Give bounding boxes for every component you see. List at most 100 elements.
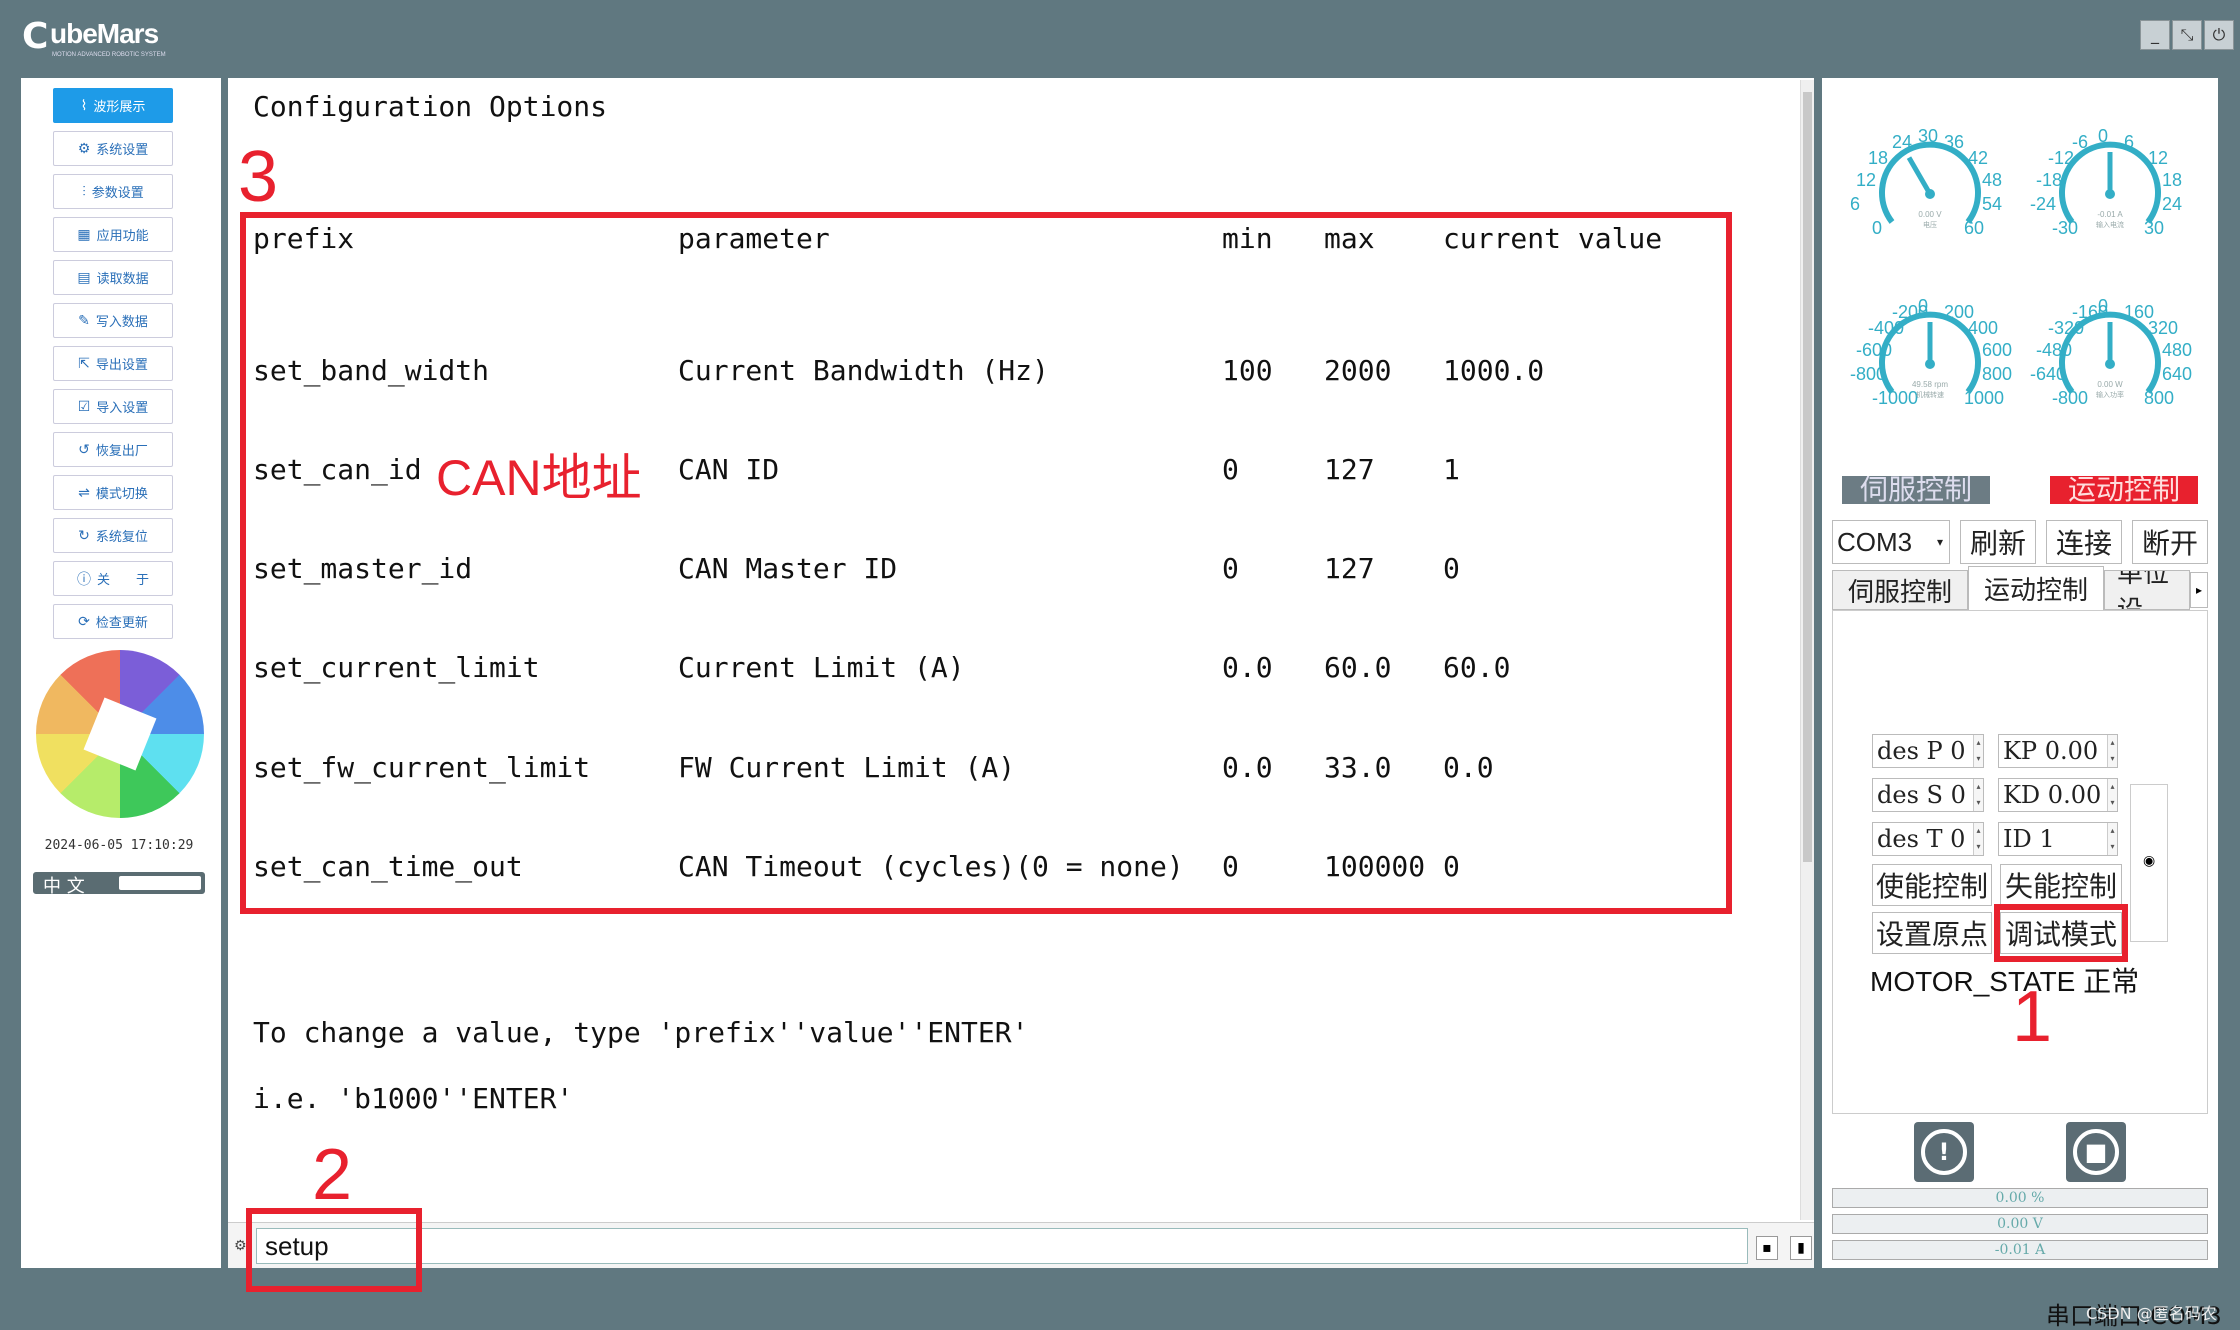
annotation-box-2 (246, 1208, 422, 1292)
spin-arrows-icon[interactable]: ▴ ▾ (1973, 735, 1983, 767)
gauge-tick-label: 0 (2098, 126, 2109, 146)
sidebar-item-6[interactable]: ⇱ 导出设置 (53, 346, 173, 381)
chevron-down-icon: ▾ (1936, 535, 1943, 549)
kp-field[interactable]: KP 0.00 ▴ ▾ (1998, 734, 2118, 768)
scrollbar-thumb[interactable] (1803, 92, 1812, 862)
sidebar-item-5[interactable]: ✎ 写入数据 (53, 303, 173, 338)
sidebar-item-1[interactable]: ⚙ 系统设置 (53, 131, 173, 166)
minimize-button[interactable]: _ (2140, 20, 2170, 50)
sidebar-item-11[interactable]: ⓘ 关 于 (53, 561, 173, 596)
gauge-tick-label: 12 (1856, 170, 1877, 190)
stop-icon: ■ (2073, 1129, 2119, 1175)
des-s-value: des S 0 (1877, 781, 1966, 809)
tab-scroll-right-icon[interactable]: ▸ (2190, 572, 2208, 608)
gauge-value: 0.00 V (1918, 210, 1942, 219)
write-icon: ✎ (78, 312, 90, 329)
annotation-number-2: 2 (312, 1135, 353, 1215)
sidebar-item-2[interactable]: ⫶ 参数设置 (53, 174, 173, 209)
power-button[interactable]: ⏻ (2204, 20, 2234, 50)
sidebar-item-3[interactable]: ▦ 应用功能 (53, 217, 173, 252)
sidebar-item-7[interactable]: ☑ 导入设置 (53, 389, 173, 424)
kd-field[interactable]: KD 0.00 ▴ ▾ (1998, 778, 2118, 812)
gauge-tick-label: 30 (1918, 126, 1939, 146)
spin-arrows-icon[interactable]: ▴ ▾ (2107, 823, 2117, 855)
disconnect-button[interactable]: 断开 (2132, 520, 2208, 564)
trash-icon[interactable]: ▮ (1790, 1236, 1812, 1260)
enable-control-button[interactable]: 使能控制 (1872, 864, 1992, 906)
refresh-button[interactable]: 刷新 (1960, 520, 2036, 564)
progress-bar-current: -0.01 A (1832, 1240, 2208, 1260)
stop-button[interactable]: ■ (2066, 1122, 2126, 1182)
sidebar-item-8[interactable]: ↺ 恢复出厂 (53, 432, 173, 467)
annotation-box-1 (1994, 904, 2128, 962)
sidebar-item-10[interactable]: ↻ 系统复位 (53, 518, 173, 553)
connect-button[interactable]: 连接 (2046, 520, 2122, 564)
sidebar-item-0[interactable]: ⌇ 波形展示 (53, 88, 173, 123)
csdn-watermark: CSDN @匿名码农 (2086, 1304, 2217, 1323)
settings-icon[interactable]: ⚙ (234, 1238, 247, 1254)
annotation-box-3 (240, 212, 1732, 914)
gauge-hub (1925, 359, 1935, 369)
gauge-tick-label: 320 (2148, 318, 2179, 338)
gauge-tick-label: 30 (2144, 218, 2165, 238)
gauge-tick-label: -6 (2072, 132, 2089, 152)
gauge-label: 输入电流 (2096, 222, 2124, 229)
sidebar-item-label: 检查更新 (95, 616, 148, 631)
annotation-can-address: CAN地址 (436, 450, 642, 506)
gauge-tick-label: 640 (2162, 364, 2193, 384)
gauge-tick-label: -30 (2052, 218, 2079, 238)
sidebar-nav: ⌇ 波形展示 ⚙ 系统设置 ⫶ 参数设置 ▦ 应用功能 ▤ 读取数据 ✎ 写入数据 ⇱ 导出设置 ☑ 导入设置… (21, 78, 221, 678)
gauge-tick-label: -320 (2048, 318, 2085, 338)
com-port-value: COM3 (1837, 526, 1913, 557)
alert-button[interactable]: ! (1914, 1122, 1974, 1182)
des-t-field[interactable]: des T 0 ▴ ▾ (1872, 822, 1984, 856)
side-slider[interactable]: ◉ (2130, 784, 2168, 942)
sidebar-item-4[interactable]: ▤ 读取数据 (53, 260, 173, 295)
gauge-tick-label: -12 (2048, 148, 2075, 168)
set-origin-button[interactable]: 设置原点 (1872, 912, 1992, 954)
sidebar-item-9[interactable]: ⇌ 模式切换 (53, 475, 173, 510)
grid-icon: ▦ (77, 226, 91, 243)
spin-arrows-icon[interactable]: ▴ ▾ (1973, 779, 1983, 811)
des-p-field[interactable]: des P 0 ▴ ▾ (1872, 734, 1984, 768)
sidebar-item-label: 读取数据 (96, 272, 149, 287)
terminal-scrollbar[interactable] (1800, 80, 1814, 1220)
gauge-tick-label: 600 (1982, 340, 2013, 360)
des-s-field[interactable]: des S 0 ▴ ▾ (1872, 778, 1984, 812)
gauge-tick-label: -600 (1856, 340, 1893, 360)
tab-unit-settings[interactable]: 单位设 (2104, 570, 2190, 610)
gauge-tick-label: 1000 (1964, 388, 2005, 408)
id-field[interactable]: ID 1 ▴ ▾ (1998, 822, 2118, 856)
command-input[interactable]: setup (256, 1228, 1748, 1264)
maximize-button[interactable]: ⤡ (2172, 20, 2202, 50)
gauge-tick-label: 0 (1918, 296, 1929, 316)
disable-control-button[interactable]: 失能控制 (2000, 864, 2122, 906)
language-toggle[interactable]: 中 文 (33, 872, 205, 897)
tab-motion-control[interactable]: 运动控制 (1968, 566, 2104, 610)
tab-servo-control[interactable]: 伺服控制 (1832, 570, 1968, 610)
spin-arrows-icon[interactable]: ▴ ▾ (1973, 823, 1983, 855)
id-value: ID 1 (2003, 825, 2055, 853)
help-line-1: To change a value, type 'prefix''value''… (253, 1016, 1029, 1049)
gauge-label: 机械转速 (1916, 392, 1944, 399)
sidebar-item-label: 关 于 (96, 573, 149, 588)
sidebar-item-label: 恢复出厂 (95, 444, 148, 459)
sidebar-item-label: 波形展示 (93, 100, 146, 115)
gauge-value: -0.01 A (2097, 210, 2123, 219)
com-port-select[interactable]: COM3 ▾ (1832, 520, 1950, 564)
file-icon[interactable]: ▪ (1756, 1236, 1778, 1260)
sidebar-item-label: 系统设置 (96, 143, 149, 158)
spin-arrows-icon[interactable]: ▴ ▾ (2107, 735, 2117, 767)
sidebar-item-12[interactable]: ⟳ 检查更新 (53, 604, 173, 639)
sidebar-item-label: 系统复位 (95, 530, 148, 545)
spin-arrows-icon[interactable]: ▴ ▾ (2107, 779, 2117, 811)
import-icon: ☑ (77, 398, 91, 415)
gauge-value: 0.00 W (2097, 380, 2123, 389)
radio-dot-icon[interactable]: ◉ (2143, 853, 2155, 869)
gauge-tick-label: 6 (1850, 194, 1861, 214)
gauge-tick-label: 6 (2124, 132, 2135, 152)
gauge-label: 输入功率 (2096, 392, 2124, 399)
gauge-tick-label: 48 (1982, 170, 2003, 190)
switch-icon: ⇌ (78, 484, 90, 501)
annotation-number-1: 1 (2012, 977, 2053, 1057)
